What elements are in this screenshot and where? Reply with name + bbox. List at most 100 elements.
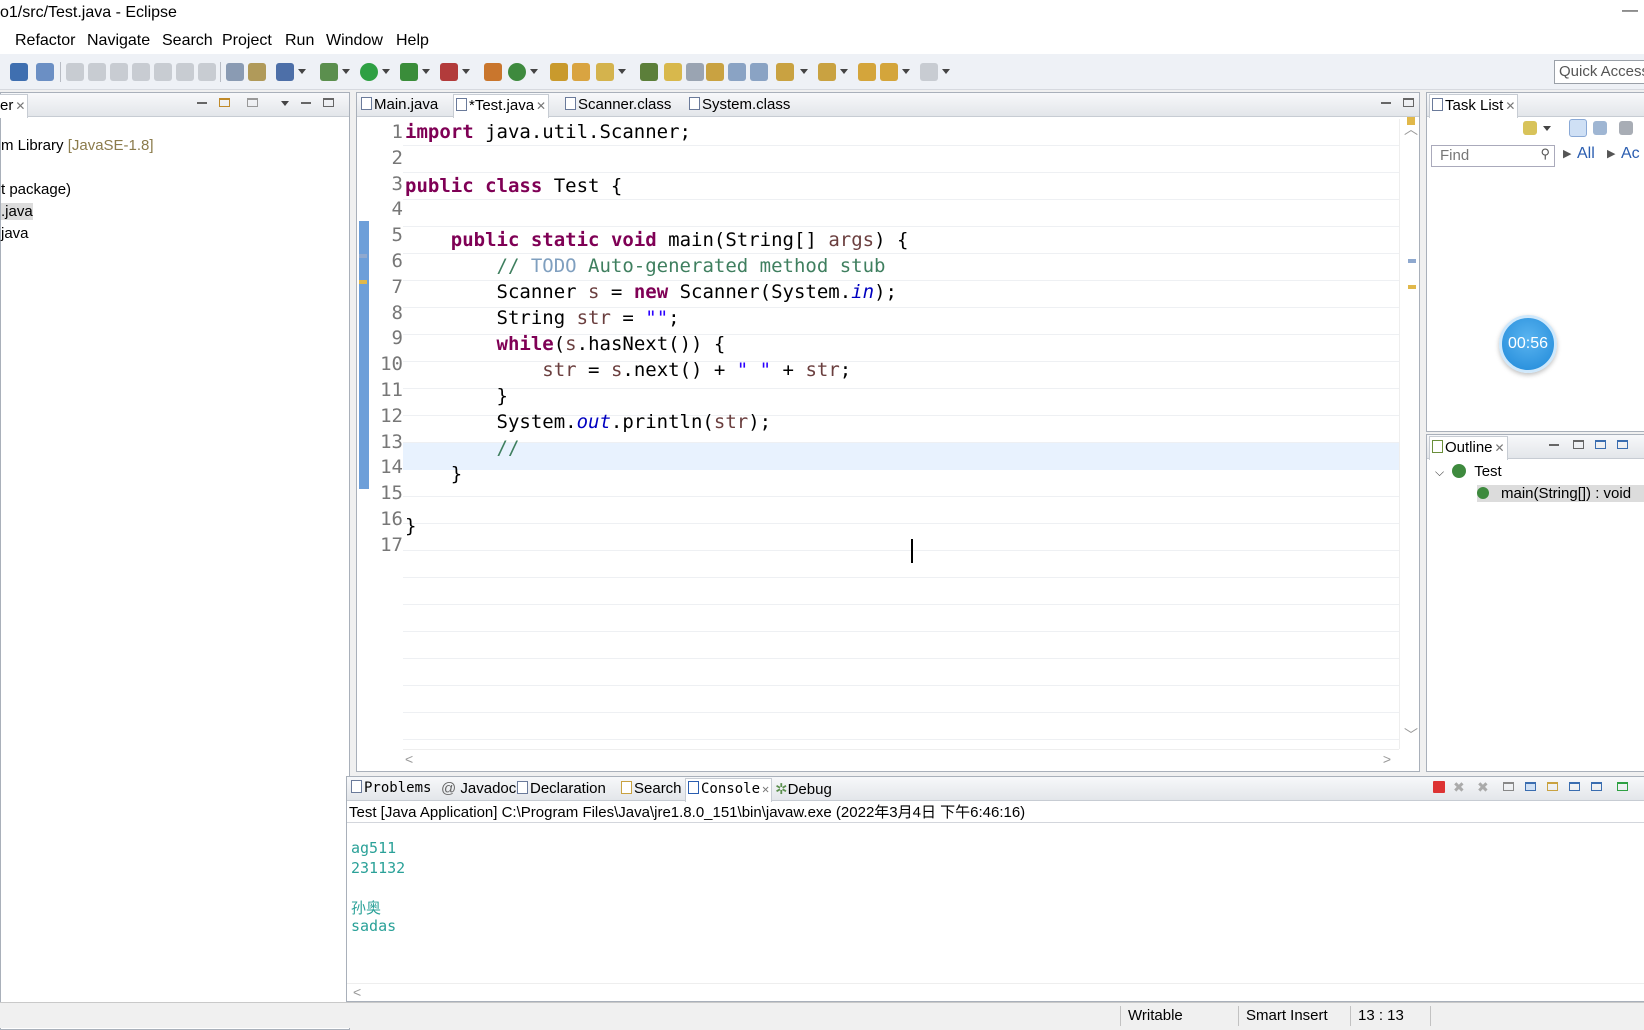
search-icon[interactable] [596, 63, 614, 81]
link-with-editor-icon[interactable] [219, 98, 230, 107]
tab-main-java[interactable]: Main.java [359, 96, 440, 117]
new-package-icon[interactable] [484, 63, 502, 81]
tab-outline[interactable]: Outline ✕ [1429, 436, 1508, 460]
open-perspective-icon[interactable] [248, 63, 266, 81]
terminate-icon[interactable] [110, 63, 128, 81]
new-class-icon[interactable] [508, 63, 526, 81]
open-task-icon[interactable] [572, 63, 590, 81]
menu-search[interactable]: Search [162, 32, 213, 50]
last-edit-location-icon[interactable] [858, 63, 876, 81]
scroll-right-icon[interactable]: > [1383, 751, 1391, 767]
tree-item-test-java[interactable]: java [1, 225, 29, 242]
minimize-icon[interactable] [301, 102, 311, 104]
open-type-icon[interactable] [550, 63, 568, 81]
toggle-mark-occurrences-icon[interactable] [664, 63, 682, 81]
step-over-icon[interactable] [176, 63, 194, 81]
view-menu-icon[interactable] [247, 98, 258, 107]
horizontal-scrollbar[interactable]: < > [403, 749, 1399, 771]
warning-marker-icon[interactable] [359, 280, 367, 284]
menu-refactor[interactable]: Refactor [15, 32, 75, 50]
filter-activate-link[interactable]: Ac [1621, 145, 1640, 163]
chevron-down-icon[interactable] [618, 69, 626, 74]
save-icon[interactable] [10, 63, 28, 81]
chevron-down-icon[interactable] [342, 69, 350, 74]
overview-summary-icon[interactable] [1407, 117, 1415, 125]
next-annotation-icon[interactable] [776, 63, 794, 81]
step-into-icon[interactable] [154, 63, 172, 81]
suspend-icon[interactable] [88, 63, 106, 81]
menu-project[interactable]: Project [222, 32, 272, 50]
tree-item-default-package[interactable]: t package) [1, 181, 71, 198]
resume-icon[interactable] [66, 63, 84, 81]
outline-class-node[interactable]: ⌵ Test [1435, 463, 1502, 480]
previous-annotation-icon[interactable] [818, 63, 836, 81]
menu-help[interactable]: Help [396, 32, 429, 50]
status-insert-mode[interactable]: Smart Insert [1246, 1007, 1328, 1024]
scroll-left-icon[interactable]: < [353, 984, 361, 1000]
close-icon[interactable]: ✕ [1495, 441, 1505, 455]
code-area[interactable]: import java.util.Scanner; public class T… [403, 119, 1399, 743]
chevron-down-icon[interactable] [298, 69, 306, 74]
tab-system-class[interactable]: System.class [687, 96, 792, 117]
tab-debug[interactable]: ✲Debug [773, 780, 834, 801]
run-icon[interactable] [360, 63, 378, 81]
chevron-down-icon[interactable] [281, 101, 289, 106]
scroll-down-icon[interactable]: ﹀ [1404, 725, 1418, 745]
chevron-down-icon[interactable] [840, 69, 848, 74]
tab-problems[interactable]: Problems [349, 780, 433, 801]
collapse-all-icon[interactable] [1573, 440, 1584, 449]
menu-navigate[interactable]: Navigate [87, 32, 150, 50]
tab-package-explorer[interactable]: er ✕ [0, 94, 29, 118]
toggle-breadcrumb-icon[interactable] [750, 63, 768, 81]
task-marker-icon[interactable] [359, 254, 367, 258]
console-horizontal-scrollbar[interactable]: < [347, 983, 1644, 1001]
quick-access-field[interactable]: Quick Access [1554, 60, 1644, 84]
tree-item-jre-library[interactable]: m Library [JavaSE-1.8] [1, 137, 154, 154]
chevron-down-icon[interactable] [902, 69, 910, 74]
close-icon[interactable]: ✕ [762, 782, 769, 796]
chevron-down-icon[interactable] [800, 69, 808, 74]
display-console-icon[interactable] [1591, 782, 1602, 791]
clear-console-icon[interactable] [1503, 782, 1514, 791]
skip-breakpoints-icon[interactable] [36, 63, 54, 81]
maximize-icon[interactable] [1403, 98, 1414, 107]
tab-console[interactable]: Console ✕ [685, 778, 773, 802]
close-icon[interactable]: ✕ [1505, 99, 1515, 113]
step-return-icon[interactable] [198, 63, 216, 81]
overview-warning-marker[interactable] [1408, 285, 1416, 289]
chevron-down-icon[interactable] [382, 69, 390, 74]
overview-task-marker[interactable] [1408, 259, 1416, 263]
tab-test-java[interactable]: *Test.java ✕ [453, 94, 550, 118]
recording-timer-badge[interactable]: 00:56 [1499, 315, 1557, 373]
debug-icon[interactable] [320, 63, 338, 81]
categorized-icon[interactable] [1569, 119, 1587, 137]
open-console-icon[interactable] [1617, 782, 1628, 791]
minimize-button[interactable]: — [1622, 2, 1638, 20]
tree-item-main-java[interactable]: .java [1, 203, 33, 220]
external-tools-icon[interactable] [440, 63, 458, 81]
tab-declaration[interactable]: Declaration [515, 780, 608, 801]
show-whitespace-icon[interactable] [728, 63, 746, 81]
focus-icon[interactable] [1549, 444, 1559, 446]
tab-task-list[interactable]: Task List ✕ [1429, 94, 1519, 118]
menu-run[interactable]: Run [285, 32, 314, 50]
remove-launch-icon[interactable]: ✖ [1453, 779, 1465, 796]
use-step-filters-icon[interactable] [226, 63, 244, 81]
scroll-left-icon[interactable]: < [405, 751, 413, 767]
sort-icon[interactable] [1595, 440, 1606, 449]
scroll-lock-icon[interactable] [1525, 782, 1536, 791]
focus-icon[interactable] [1619, 121, 1633, 135]
new-task-icon[interactable] [1523, 121, 1537, 135]
word-wrap-icon[interactable] [1547, 782, 1558, 791]
tab-javadoc[interactable]: @ Javadoc [439, 780, 518, 801]
toggle-annotations-icon[interactable] [640, 63, 658, 81]
tab-scanner-class[interactable]: Scanner.class [563, 96, 673, 117]
task-find-input[interactable]: Find ⚲ [1431, 145, 1555, 167]
close-icon[interactable]: ✕ [15, 99, 25, 113]
vertical-scrollbar[interactable]: ︿ ﹀ [1399, 119, 1419, 749]
pin-console-icon[interactable] [1569, 782, 1580, 791]
chevron-down-icon[interactable]: ⌵ [1435, 465, 1444, 479]
chevron-down-icon[interactable] [462, 69, 470, 74]
hide-fields-icon[interactable] [1617, 440, 1628, 449]
toggle-block-selection-icon[interactable] [686, 63, 704, 81]
